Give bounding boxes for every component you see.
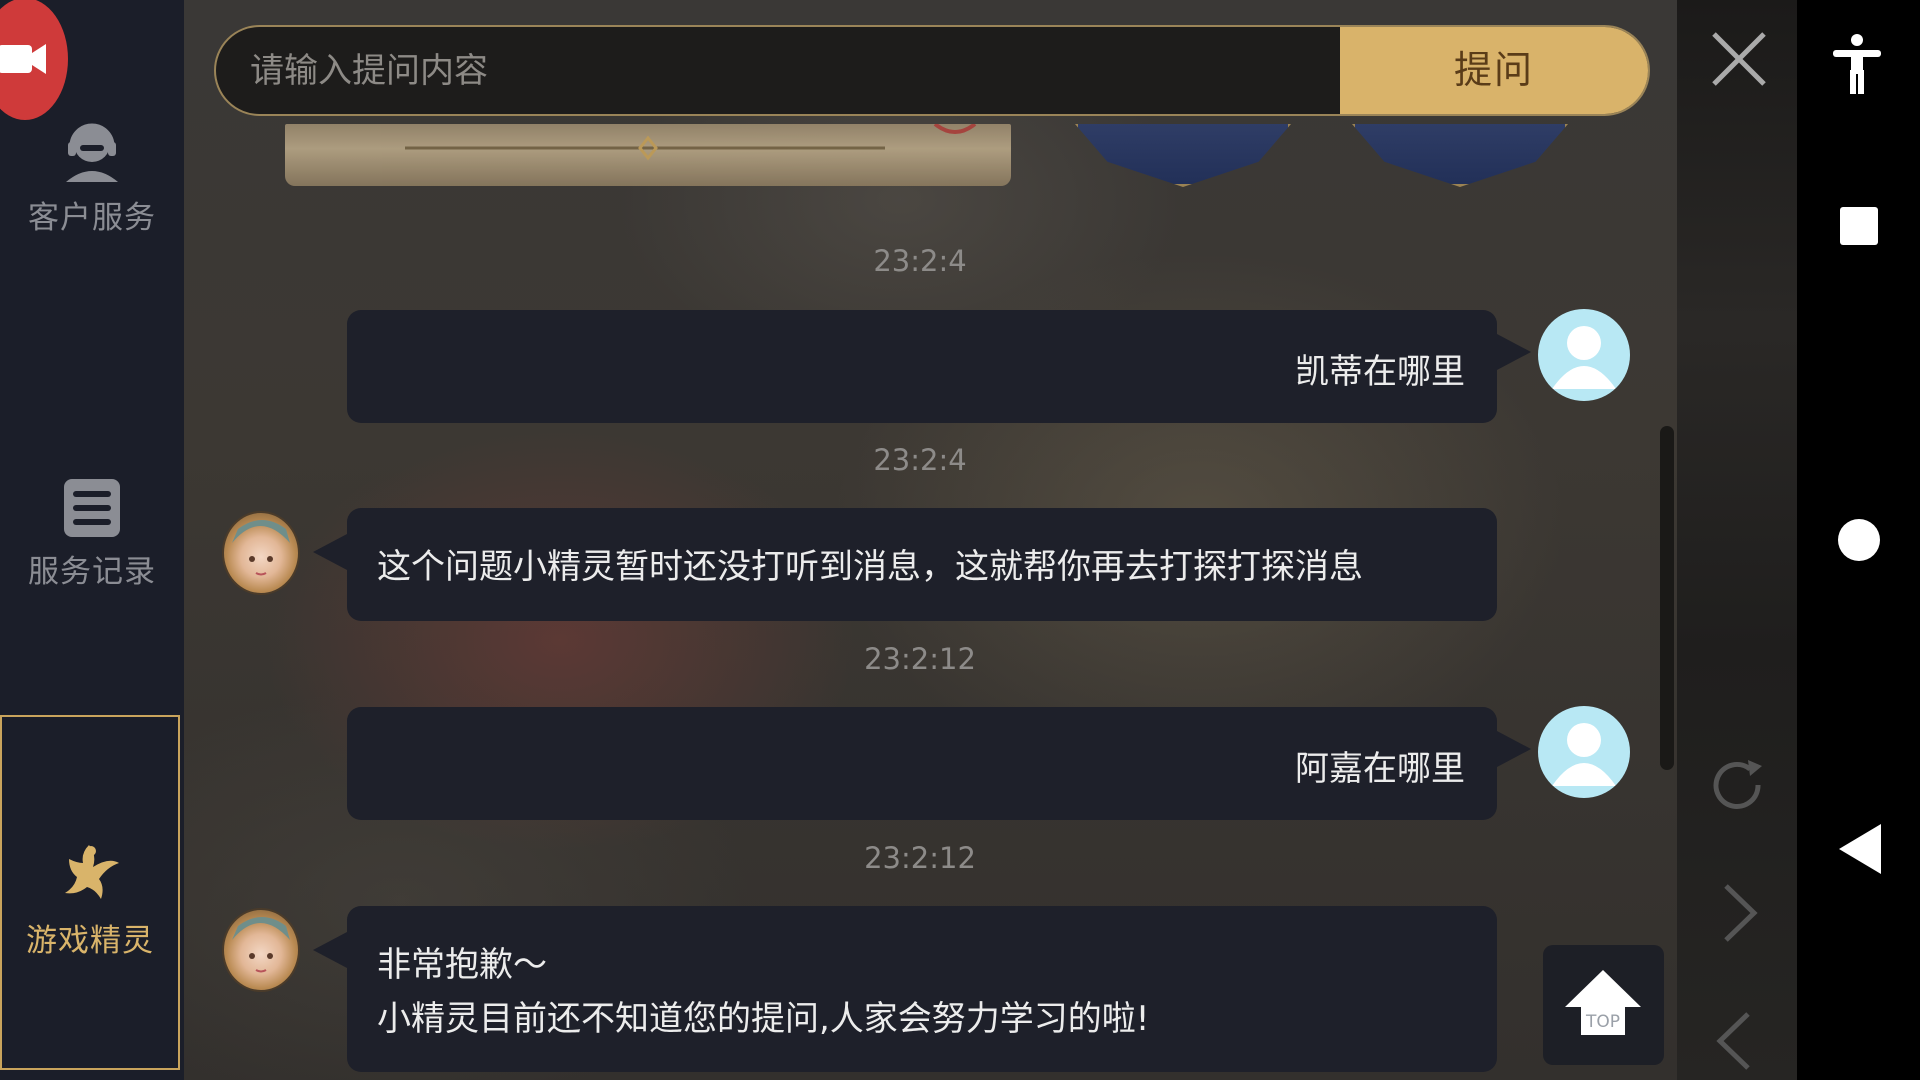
user-message-bubble: 凯蒂在哪里 [347, 310, 1497, 423]
sidebar-item-label: 客户服务 [28, 200, 156, 236]
record-video-button[interactable] [0, 0, 68, 120]
sidebar: 客户服务 服务记录 游戏精灵 [0, 0, 184, 1080]
bubble-tail [313, 534, 347, 570]
sprite-face-icon [232, 917, 290, 973]
sprite-avatar[interactable] [222, 908, 300, 992]
message-text: 阿嘉在哪里 [1295, 749, 1465, 789]
message-text: 这个问题小精灵暂时还没打听到消息，这就帮你再去打探打探消息 [377, 547, 1363, 587]
bubble-tail [1497, 731, 1531, 767]
sprite-avatar[interactable] [222, 511, 300, 595]
sidebar-item-customer-service[interactable]: 客户服务 [0, 120, 184, 240]
square-icon [1840, 207, 1878, 245]
forward-button[interactable] [1720, 882, 1760, 944]
bubble-tail [313, 932, 347, 968]
home-button[interactable] [1837, 518, 1881, 566]
ask-button[interactable]: 提问 [1340, 27, 1648, 114]
message-text: 凯蒂在哪里 [1295, 352, 1465, 392]
message-timestamp: 23:2:12 [864, 841, 976, 875]
sidebar-item-game-sprite[interactable]: 游戏精灵 [0, 715, 180, 1070]
chevron-right-icon [1724, 884, 1758, 942]
user-silhouette-icon [1552, 723, 1616, 786]
message-timestamp: 23:2:4 [873, 244, 967, 278]
records-list-icon [64, 479, 120, 537]
scroll-to-top-button[interactable]: TOP [1543, 945, 1664, 1065]
user-avatar[interactable] [1538, 706, 1630, 798]
refresh-button[interactable] [1704, 752, 1770, 818]
question-input[interactable] [216, 27, 1341, 114]
sprite-face-icon [232, 520, 290, 576]
message-timestamp: 23:2:12 [864, 642, 976, 676]
user-avatar[interactable] [1538, 309, 1630, 401]
user-silhouette-icon [1552, 326, 1616, 389]
circle-icon [1838, 519, 1880, 561]
sidebar-item-service-records[interactable]: 服务记录 [0, 478, 184, 598]
close-button[interactable] [1708, 28, 1770, 90]
sprite-message-bubble: 这个问题小精灵暂时还没打听到消息，这就帮你再去打探打探消息 [347, 508, 1497, 621]
user-message-bubble: 阿嘉在哪里 [347, 707, 1497, 820]
bubble-tail [1497, 334, 1531, 370]
refresh-icon [1713, 760, 1762, 809]
question-search-bar: 提问 [214, 25, 1650, 116]
message-timestamp: 23:2:4 [873, 443, 967, 477]
triangle-back-icon [1839, 824, 1881, 874]
back-nav-button[interactable] [1837, 823, 1883, 879]
arrow-up-icon: TOP [1565, 970, 1641, 1035]
fairy-icon [65, 845, 119, 899]
video-camera-icon [0, 44, 46, 74]
sidebar-item-label: 服务记录 [28, 554, 156, 590]
top-label: TOP [1585, 1012, 1620, 1032]
customer-service-icon [66, 123, 118, 182]
accessibility-icon [1833, 34, 1881, 94]
sprite-message-bubble: 非常抱歉～ 小精灵目前还不知道您的提问,人家会努力学习的啦! [347, 906, 1497, 1072]
back-button[interactable] [1714, 1010, 1754, 1072]
sidebar-item-label: 游戏精灵 [26, 923, 154, 959]
close-icon [1712, 32, 1766, 86]
message-text-line: 小精灵目前还不知道您的提问,人家会努力学习的啦! [377, 999, 1150, 1039]
accessibility-button[interactable] [1827, 32, 1887, 98]
chat-scrollbar[interactable] [1660, 426, 1674, 770]
message-text-line: 非常抱歉～ [377, 945, 547, 985]
system-navigation-bar [1797, 0, 1920, 1080]
chevron-left-icon [1716, 1012, 1750, 1070]
parchment-ornament [405, 122, 977, 161]
recents-button[interactable] [1839, 206, 1879, 250]
parchment-banner [285, 122, 1011, 186]
